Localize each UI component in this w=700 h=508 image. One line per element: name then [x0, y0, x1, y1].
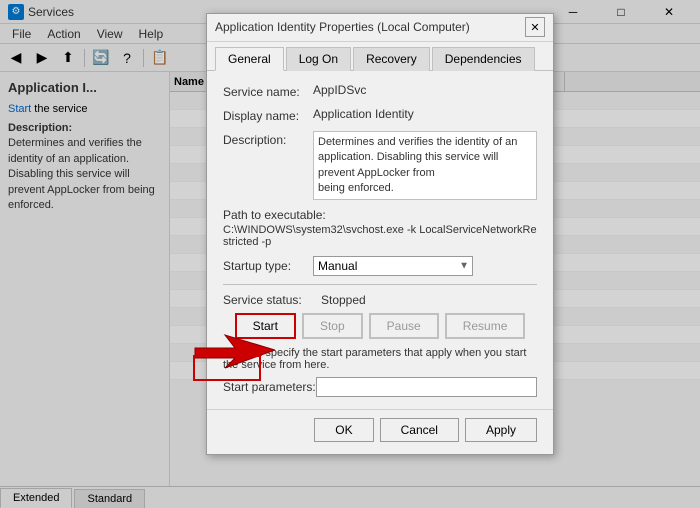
service-name-row: Service name: AppIDSvc — [223, 83, 537, 99]
properties-dialog: Application Identity Properties (Local C… — [206, 13, 554, 456]
start-params-label: Start parameters: — [223, 380, 316, 394]
pause-button[interactable]: Pause — [369, 313, 439, 339]
service-name-value: AppIDSvc — [313, 83, 537, 97]
display-name-value: Application Identity — [313, 107, 537, 121]
path-value: C:\WINDOWS\system32\svchost.exe -k Local… — [223, 224, 537, 248]
startup-type-select[interactable]: Manual Automatic Automatic (Delayed Star… — [313, 256, 473, 276]
service-name-label: Service name: — [223, 83, 313, 99]
tab-dependencies[interactable]: Dependencies — [432, 47, 535, 71]
display-name-row: Display name: Application Identity — [223, 107, 537, 123]
start-params-input[interactable] — [316, 377, 537, 397]
cancel-button[interactable]: Cancel — [380, 418, 459, 442]
startup-type-row: Startup type: Manual Automatic Automatic… — [223, 256, 537, 276]
divider — [223, 284, 537, 285]
service-status-label: Service status: — [223, 293, 313, 307]
display-name-label: Display name: — [223, 107, 313, 123]
dialog-title: Application Identity Properties (Local C… — [215, 20, 525, 34]
dialog-tabs: General Log On Recovery Dependencies — [207, 42, 553, 71]
description-value: Determines and verifies the identity of … — [313, 131, 537, 201]
service-status-value: Stopped — [321, 293, 366, 307]
tab-general[interactable]: General — [215, 47, 284, 71]
service-status-row: Service status: Stopped — [223, 293, 537, 307]
tab-recovery[interactable]: Recovery — [353, 47, 430, 71]
path-row: Path to executable: C:\WINDOWS\system32\… — [223, 208, 537, 248]
startup-select-wrapper: Manual Automatic Automatic (Delayed Star… — [313, 256, 473, 276]
startup-type-label: Startup type: — [223, 259, 313, 273]
description-row: Description: Determines and verifies the… — [223, 131, 537, 201]
dialog-footer: OK Cancel Apply — [207, 409, 553, 454]
tab-logon[interactable]: Log On — [286, 47, 351, 71]
start-params-hint: You can specify the start parameters tha… — [223, 347, 537, 371]
stop-button[interactable]: Stop — [302, 313, 363, 339]
services-window: ⚙ Services ─ □ ✕ File Action View Help ◀… — [0, 0, 700, 508]
service-control-buttons: Start Stop Pause Resume — [223, 313, 537, 339]
dialog-title-bar: Application Identity Properties (Local C… — [207, 14, 553, 42]
resume-button[interactable]: Resume — [445, 313, 526, 339]
path-label: Path to executable: — [223, 208, 537, 222]
ok-button[interactable]: OK — [314, 418, 373, 442]
description-label: Description: — [223, 131, 313, 147]
apply-button[interactable]: Apply — [465, 418, 537, 442]
dialog-body: Service name: AppIDSvc Display name: App… — [207, 71, 553, 410]
start-params-row: Start parameters: — [223, 377, 537, 397]
dialog-overlay: Application Identity Properties (Local C… — [0, 0, 700, 508]
start-button[interactable]: Start — [235, 313, 296, 339]
dialog-close-button[interactable]: ✕ — [525, 17, 545, 37]
